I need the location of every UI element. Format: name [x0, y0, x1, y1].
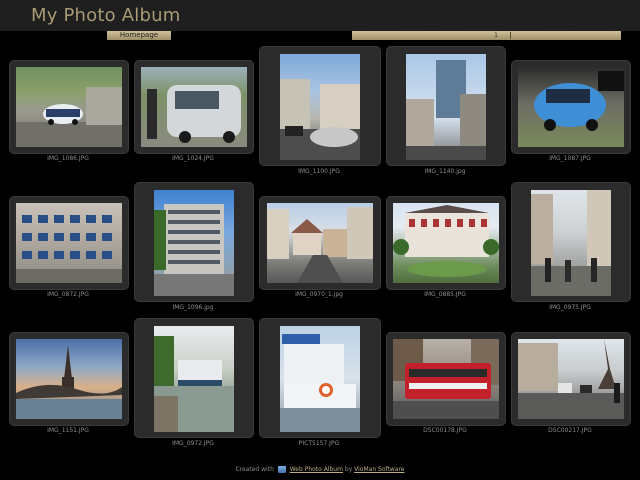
photo-caption: IMG_0975.JPG: [549, 304, 591, 311]
photo-tile: [511, 182, 631, 302]
footer: Created with Web Photo Album by VioMan S…: [0, 466, 640, 473]
photo-thumbnail-15[interactable]: [518, 339, 624, 419]
photo-thumbnail-4[interactable]: [406, 54, 486, 160]
photo-caption: IMG_1096.jpg: [172, 304, 214, 311]
photo-caption: IMG_0872.JPG: [47, 291, 89, 298]
photo-thumbnail-5[interactable]: [518, 67, 624, 147]
photo-thumbnail-11[interactable]: [16, 339, 122, 419]
photo-caption: IMG_1100.JPG: [298, 168, 340, 175]
photo-caption: IMG_1151.JPG: [47, 427, 89, 434]
footer-by: by: [344, 466, 353, 473]
pager-bar: 1: [352, 31, 621, 40]
web-photo-album-link[interactable]: Web Photo Album: [290, 466, 343, 473]
photo-thumbnail-7[interactable]: [154, 190, 234, 296]
vioman-software-link[interactable]: VioMan Software: [354, 466, 404, 473]
photo-tile: [9, 196, 129, 290]
photo-tile: [386, 332, 506, 426]
photo-thumbnail-6[interactable]: [16, 203, 122, 283]
page-title: My Photo Album: [31, 5, 181, 26]
photo-caption: IMG_1024.JPG: [172, 155, 214, 162]
photo-caption: DSC00217.JPG: [548, 427, 592, 434]
photo-thumbnail-8[interactable]: [267, 203, 373, 283]
photo-caption: IMG_1140.jpg: [424, 168, 466, 175]
photo-thumbnail-10[interactable]: [531, 190, 611, 296]
photo-caption: IMG_1086.JPG: [47, 155, 89, 162]
homepage-button[interactable]: Homepage: [107, 31, 171, 40]
photo-tile: [259, 318, 381, 438]
photo-tile: [259, 196, 381, 290]
app-logo-icon: [277, 466, 286, 473]
photo-tile: [386, 196, 506, 290]
photo-thumbnail-2[interactable]: [141, 67, 247, 147]
photo-tile: [134, 318, 254, 438]
photo-tile: [9, 332, 129, 426]
photo-thumbnail-9[interactable]: [393, 203, 499, 283]
photo-thumbnail-3[interactable]: [280, 54, 360, 160]
footer-created-with: Created with: [235, 466, 274, 473]
photo-thumbnail-13[interactable]: [280, 326, 360, 432]
photo-caption: DSC00178.JPG: [423, 427, 467, 434]
page-number-link[interactable]: 1: [491, 31, 501, 40]
photo-thumbnail-1[interactable]: [16, 67, 122, 147]
photo-caption: IMG_0970_1.jpg: [295, 291, 343, 298]
pager-separator: [510, 32, 511, 39]
photo-tile: [9, 60, 129, 154]
photo-caption: IMG_0972.JPG: [172, 440, 214, 447]
photo-caption: IMG_0885.JPG: [424, 291, 466, 298]
photo-caption: IMG_1087.JPG: [549, 155, 591, 162]
photo-tile: [511, 60, 631, 154]
photo-tile: [511, 332, 631, 426]
photo-tile: [134, 182, 254, 302]
photo-caption: PICT5157.JPG: [298, 440, 340, 447]
photo-tile: [134, 60, 254, 154]
photo-tile: [259, 46, 381, 166]
photo-tile: [386, 46, 506, 166]
photo-thumbnail-12[interactable]: [154, 326, 234, 432]
photo-thumbnail-14[interactable]: [393, 339, 499, 419]
